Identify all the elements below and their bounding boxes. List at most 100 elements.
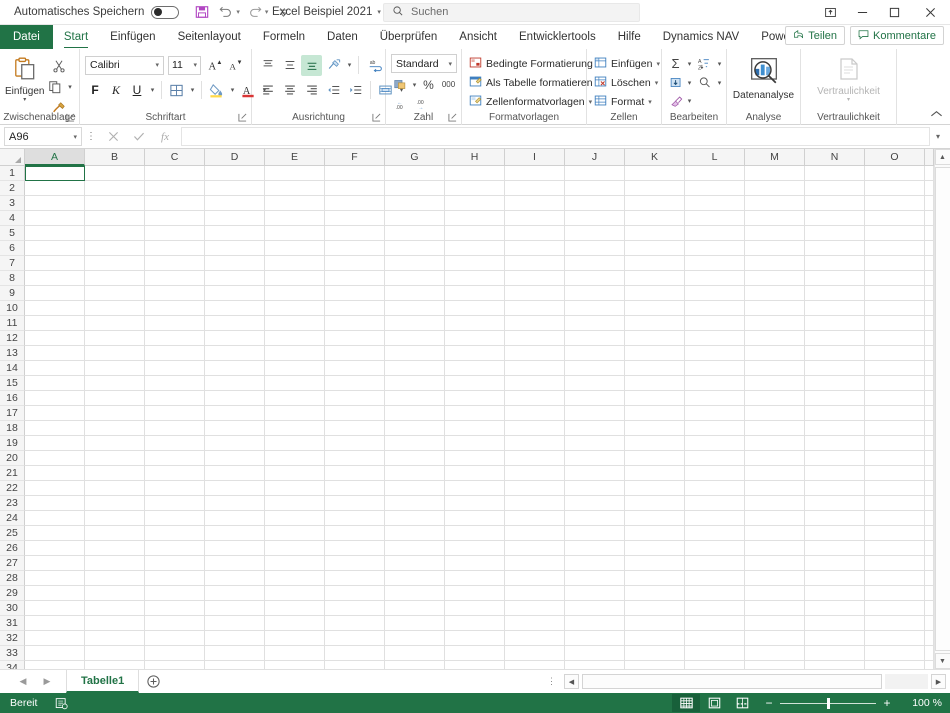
- horizontal-scroll-grip[interactable]: ⋮: [542, 676, 561, 687]
- cell-C26[interactable]: [145, 541, 205, 556]
- page-break-view-icon[interactable]: [728, 694, 756, 712]
- cell-M12[interactable]: [745, 331, 805, 346]
- cell-I22[interactable]: [505, 481, 565, 496]
- cell-F15[interactable]: [325, 376, 385, 391]
- cell-H23[interactable]: [445, 496, 505, 511]
- cell-B10[interactable]: [85, 301, 145, 316]
- cell-B32[interactable]: [85, 631, 145, 646]
- cell-J31[interactable]: [565, 616, 625, 631]
- cell-partial-17[interactable]: [925, 406, 934, 421]
- sort-filter-button[interactable]: AZ: [695, 53, 714, 74]
- cell-C20[interactable]: [145, 451, 205, 466]
- cell-E13[interactable]: [265, 346, 325, 361]
- cell-I28[interactable]: [505, 571, 565, 586]
- clipboard-dialog-launcher[interactable]: [66, 113, 75, 122]
- vertical-scroll-thumb[interactable]: [934, 167, 950, 651]
- cell-B18[interactable]: [85, 421, 145, 436]
- cell-L31[interactable]: [685, 616, 745, 631]
- cell-J21[interactable]: [565, 466, 625, 481]
- cell-K30[interactable]: [625, 601, 685, 616]
- cell-B13[interactable]: [85, 346, 145, 361]
- cell-I25[interactable]: [505, 526, 565, 541]
- zoom-level-label[interactable]: 100 %: [902, 697, 942, 709]
- cell-G6[interactable]: [385, 241, 445, 256]
- hscroll-right-arrow-icon[interactable]: ▶: [931, 674, 946, 689]
- cell-O1[interactable]: [865, 166, 925, 181]
- cell-N22[interactable]: [805, 481, 865, 496]
- cell-O14[interactable]: [865, 361, 925, 376]
- cell-H27[interactable]: [445, 556, 505, 571]
- cell-I14[interactable]: [505, 361, 565, 376]
- row-header-7[interactable]: 7: [0, 256, 25, 271]
- cell-A2[interactable]: [25, 181, 85, 196]
- cell-F30[interactable]: [325, 601, 385, 616]
- cell-M17[interactable]: [745, 406, 805, 421]
- cell-I6[interactable]: [505, 241, 565, 256]
- cell-O16[interactable]: [865, 391, 925, 406]
- cell-partial-32[interactable]: [925, 631, 934, 646]
- cell-B8[interactable]: [85, 271, 145, 286]
- insert-function-icon[interactable]: fx: [152, 127, 178, 147]
- cell-B26[interactable]: [85, 541, 145, 556]
- cell-K15[interactable]: [625, 376, 685, 391]
- add-sheet-button[interactable]: [139, 671, 167, 693]
- row-header-33[interactable]: 33: [0, 646, 25, 661]
- delete-cells-button[interactable]: Löschen ▾: [592, 74, 660, 91]
- cell-I19[interactable]: [505, 436, 565, 451]
- find-select-caret-icon[interactable]: ▾: [715, 79, 724, 87]
- cell-E34[interactable]: [265, 661, 325, 669]
- cell-J23[interactable]: [565, 496, 625, 511]
- cell-O18[interactable]: [865, 421, 925, 436]
- cell-N25[interactable]: [805, 526, 865, 541]
- cell-M32[interactable]: [745, 631, 805, 646]
- cell-K18[interactable]: [625, 421, 685, 436]
- cell-A33[interactable]: [25, 646, 85, 661]
- cell-N4[interactable]: [805, 211, 865, 226]
- cell-F32[interactable]: [325, 631, 385, 646]
- tab-einfuegen[interactable]: Einfügen: [99, 25, 166, 49]
- clear-button[interactable]: [667, 91, 684, 112]
- cell-H31[interactable]: [445, 616, 505, 631]
- cell-partial-29[interactable]: [925, 586, 934, 601]
- cell-E1[interactable]: [265, 166, 325, 181]
- cell-D34[interactable]: [205, 661, 265, 669]
- cell-K22[interactable]: [625, 481, 685, 496]
- autosum-caret-icon[interactable]: ▾: [685, 60, 694, 68]
- cell-M20[interactable]: [745, 451, 805, 466]
- cell-E32[interactable]: [265, 631, 325, 646]
- vertical-scrollbar[interactable]: ▲ ▼: [934, 149, 950, 669]
- row-header-5[interactable]: 5: [0, 226, 25, 241]
- row-header-28[interactable]: 28: [0, 571, 25, 586]
- cell-I16[interactable]: [505, 391, 565, 406]
- cell-A28[interactable]: [25, 571, 85, 586]
- cell-A30[interactable]: [25, 601, 85, 616]
- cell-O19[interactable]: [865, 436, 925, 451]
- cell-H28[interactable]: [445, 571, 505, 586]
- cell-B17[interactable]: [85, 406, 145, 421]
- cell-O30[interactable]: [865, 601, 925, 616]
- cell-D13[interactable]: [205, 346, 265, 361]
- cell-B6[interactable]: [85, 241, 145, 256]
- increase-indent-button[interactable]: [345, 80, 366, 101]
- delete-cells-caret-icon[interactable]: ▾: [655, 79, 659, 87]
- cell-F8[interactable]: [325, 271, 385, 286]
- cell-partial-15[interactable]: [925, 376, 934, 391]
- cell-H21[interactable]: [445, 466, 505, 481]
- number-format-caret-icon[interactable]: ▾: [448, 60, 452, 68]
- align-top-button[interactable]: [257, 55, 278, 76]
- cell-D19[interactable]: [205, 436, 265, 451]
- tab-ansicht[interactable]: Ansicht: [448, 25, 508, 49]
- cell-E16[interactable]: [265, 391, 325, 406]
- zoom-out-button[interactable]: −: [764, 696, 774, 710]
- cell-N10[interactable]: [805, 301, 865, 316]
- cell-J26[interactable]: [565, 541, 625, 556]
- cell-C33[interactable]: [145, 646, 205, 661]
- cell-L7[interactable]: [685, 256, 745, 271]
- cell-H20[interactable]: [445, 451, 505, 466]
- cell-D15[interactable]: [205, 376, 265, 391]
- borders-button[interactable]: [166, 80, 187, 101]
- cell-N8[interactable]: [805, 271, 865, 286]
- cell-partial-5[interactable]: [925, 226, 934, 241]
- cancel-formula-icon[interactable]: [100, 127, 126, 147]
- cell-O32[interactable]: [865, 631, 925, 646]
